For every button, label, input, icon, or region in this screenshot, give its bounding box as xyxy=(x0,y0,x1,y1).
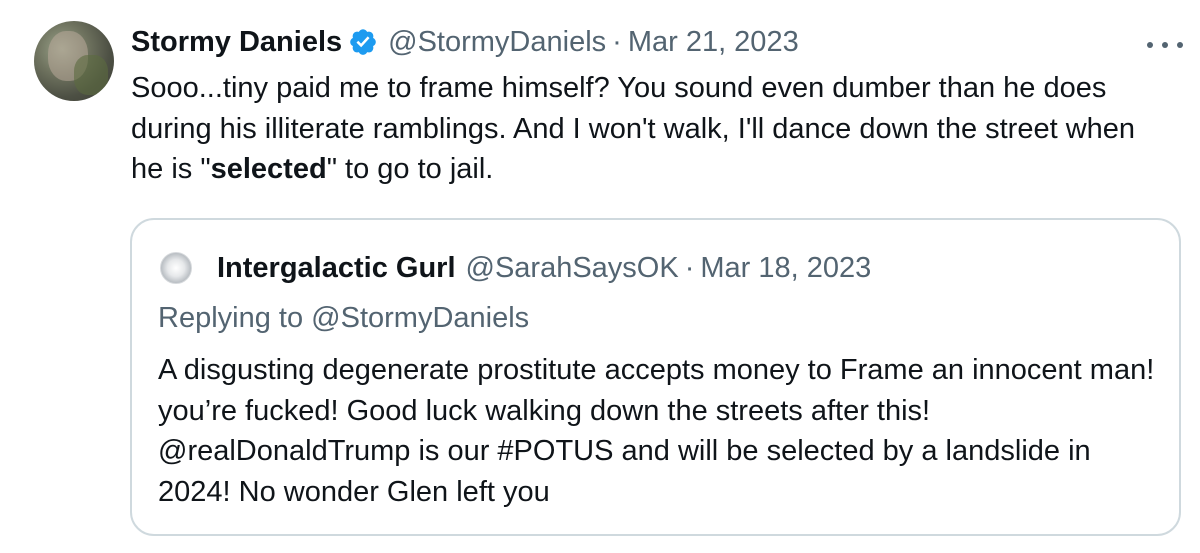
author-handle[interactable]: @StormyDaniels xyxy=(388,26,606,59)
author-name[interactable]: Stormy Daniels xyxy=(131,26,342,59)
tweet-text: Sooo...tiny paid me to frame himself? Yo… xyxy=(131,68,1161,190)
author-avatar[interactable] xyxy=(34,21,114,101)
replying-label: Replying to xyxy=(158,302,304,334)
more-dot xyxy=(1177,42,1183,48)
quoted-tweet-date: Mar 18, 2023 xyxy=(700,251,872,284)
quoted-tweet[interactable]: Intergalactic Gurl @SarahSaysOK · Mar 18… xyxy=(130,218,1181,536)
quoted-author-avatar xyxy=(160,252,192,284)
more-dot xyxy=(1162,42,1168,48)
verified-badge-icon xyxy=(350,29,376,55)
tweet-date[interactable]: Mar 21, 2023 xyxy=(628,26,799,59)
replying-to-line: Replying to @StormyDaniels xyxy=(158,302,529,335)
header-separator: · xyxy=(684,251,695,284)
quoted-tweet-text: A disgusting degenerate prostitute accep… xyxy=(158,354,1155,508)
header-separator: · xyxy=(612,25,622,58)
replying-to-mention[interactable]: @StormyDaniels xyxy=(311,302,529,334)
tweet-text-bold: selected xyxy=(210,153,327,185)
avatar-photo-part xyxy=(74,55,108,95)
tweet-header: Stormy Daniels @StormyDaniels · Mar 21, … xyxy=(131,22,799,62)
more-options-icon[interactable] xyxy=(1147,38,1183,52)
quoted-author-handle: @SarahSaysOK xyxy=(465,251,679,284)
quoted-author-name: Intergalactic Gurl xyxy=(217,251,456,284)
tweet-text-part: " to go to jail. xyxy=(326,153,494,185)
more-dot xyxy=(1147,42,1153,48)
quoted-tweet-header: Intergalactic Gurl @SarahSaysOK · Mar 18… xyxy=(217,248,871,288)
